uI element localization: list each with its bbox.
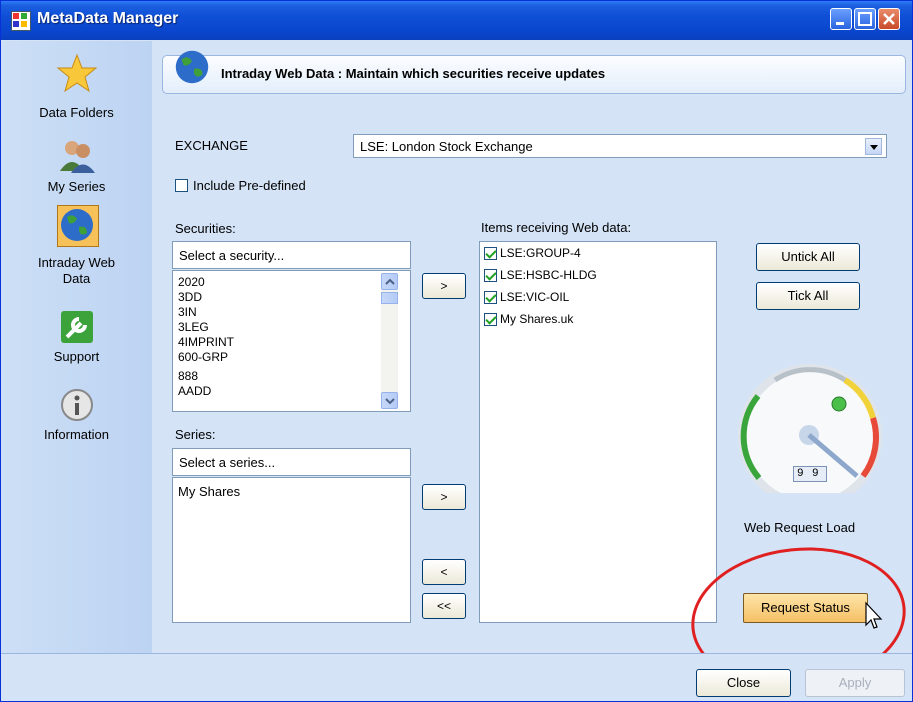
securities-list[interactable]: 2020 3DD 3IN 3LEG 4IMPRINT 600-GRP 888 A… <box>172 270 411 412</box>
security-search-placeholder: Select a security... <box>179 248 285 263</box>
list-item[interactable]: 600-GRP <box>178 350 228 364</box>
add-security-button[interactable]: > <box>422 273 466 299</box>
securities-scrollbar[interactable] <box>381 273 398 409</box>
sidebar-item-label: Data Folders <box>39 105 114 120</box>
gauge-readout: 9 9 <box>793 466 827 482</box>
app-icon <box>11 11 31 31</box>
sidebar-item-label: Data <box>62 271 91 286</box>
web-items-list[interactable]: LSE:GROUP-4 LSE:HSBC-HLDG LSE:VIC-OIL My… <box>479 241 717 623</box>
page-title: Intraday Web Data : Maintain which secur… <box>221 66 606 81</box>
close-button[interactable]: Close <box>696 669 791 697</box>
sidebar-item-label: My Series <box>47 179 106 194</box>
minimize-icon <box>836 22 844 25</box>
maximize-icon <box>858 12 872 26</box>
securities-label: Securities: <box>175 221 236 236</box>
web-item-label: My Shares.uk <box>500 312 574 326</box>
window-title: MetaData Manager <box>37 10 179 27</box>
sidebar-item-label: Intraday Web <box>37 255 116 270</box>
include-predefined-label: Include Pre-defined <box>193 178 306 193</box>
chevron-down-icon <box>385 398 395 405</box>
page-header: Intraday Web Data : Maintain which secur… <box>162 50 906 94</box>
chevron-down-icon[interactable] <box>865 138 882 155</box>
web-item-label: LSE:VIC-OIL <box>500 290 570 304</box>
checkbox-checked[interactable] <box>484 269 497 282</box>
gauge-digit: 9 <box>812 468 819 480</box>
scroll-up-button[interactable] <box>381 273 398 290</box>
web-item-label: LSE:GROUP-4 <box>500 246 581 260</box>
apply-button[interactable]: Apply <box>805 669 905 697</box>
close-window-button[interactable] <box>878 8 900 30</box>
remove-all-button[interactable]: << <box>422 593 466 619</box>
remove-item-button[interactable]: < <box>422 559 466 585</box>
sidebar-item-label: Support <box>53 349 100 364</box>
series-search-placeholder: Select a series... <box>179 455 276 470</box>
mouse-cursor-icon <box>865 601 883 629</box>
exchange-dropdown[interactable]: LSE: London Stock Exchange <box>353 134 887 158</box>
info-icon <box>61 389 93 421</box>
web-items-label: Items receiving Web data: <box>481 220 632 235</box>
list-item[interactable]: 3DD <box>178 290 202 304</box>
sidebar-item-information[interactable]: Information <box>1 383 152 445</box>
sidebar-item-support[interactable]: Support <box>1 303 152 365</box>
checkbox-checked[interactable] <box>484 291 497 304</box>
title-bar[interactable]: MetaData Manager <box>1 1 912 40</box>
list-item[interactable]: 888 <box>178 369 198 383</box>
list-item[interactable]: My Shares <box>178 484 240 499</box>
series-label: Series: <box>175 427 216 442</box>
list-item[interactable]: 2020 <box>178 275 205 289</box>
gauge-label: Web Request Load <box>744 520 856 535</box>
web-item-label: LSE:HSBC-HLDG <box>500 268 597 282</box>
users-icon <box>60 141 95 173</box>
exchange-value: LSE: London Stock Exchange <box>360 139 533 154</box>
list-item[interactable]: 3LEG <box>178 320 209 334</box>
maximize-button[interactable] <box>854 8 876 30</box>
sidebar-item-my-series[interactable]: My Series <box>1 131 152 194</box>
globe-icon <box>175 50 209 84</box>
series-search-input[interactable]: Select a series... <box>172 448 411 476</box>
scroll-thumb[interactable] <box>381 292 398 304</box>
star-icon <box>56 53 98 93</box>
chevron-up-icon <box>385 278 395 285</box>
series-list[interactable]: My Shares <box>172 477 411 623</box>
untick-all-button[interactable]: Untick All <box>756 243 860 271</box>
close-icon <box>883 13 895 25</box>
globe-icon <box>61 209 93 241</box>
minimize-button[interactable] <box>830 8 852 30</box>
exchange-label: EXCHANGE <box>175 138 248 153</box>
scroll-down-button[interactable] <box>381 392 398 409</box>
add-series-button[interactable]: > <box>422 484 466 510</box>
include-predefined-checkbox[interactable] <box>175 179 188 192</box>
list-item[interactable]: AADD <box>178 384 211 398</box>
metadata-manager-window: MetaData Manager Data Folders My Series … <box>0 0 913 702</box>
list-item[interactable]: 4IMPRINT <box>178 335 234 349</box>
wrench-icon <box>61 311 93 343</box>
tick-all-button[interactable]: Tick All <box>756 282 860 310</box>
sidebar-item-data-folders[interactable]: Data Folders <box>1 49 152 120</box>
security-search-input[interactable]: Select a security... <box>172 241 411 269</box>
sidebar-item-intraday-web-data[interactable]: Intraday Web Data <box>1 203 152 293</box>
sidebar: Data Folders My Series Intraday Web Data… <box>1 41 153 653</box>
list-item[interactable]: 3IN <box>178 305 197 319</box>
checkbox-checked[interactable] <box>484 313 497 326</box>
gauge-digit: 9 <box>797 468 804 480</box>
checkbox-checked[interactable] <box>484 247 497 260</box>
sidebar-item-label: Information <box>43 427 110 442</box>
